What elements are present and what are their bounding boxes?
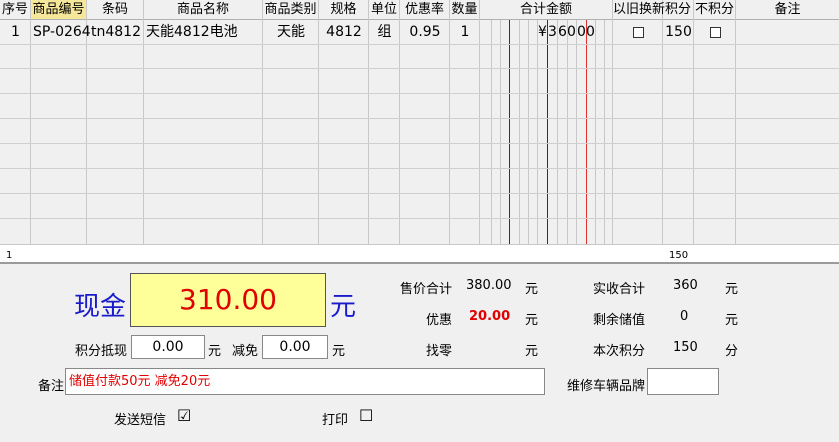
- cell-unit: 组: [377, 24, 392, 40]
- cell-digit: 0: [586, 24, 595, 40]
- remark-label: 备注: [38, 379, 65, 394]
- balance-label: 剩余储值: [593, 313, 646, 328]
- header-total[interactable]: 合计金额: [480, 0, 612, 20]
- discount-label: 优惠: [426, 313, 453, 328]
- col-remark: 备注: [736, 0, 839, 262]
- sms-checkbox[interactable]: ☑: [177, 406, 191, 425]
- footer-count: 1: [6, 250, 13, 261]
- header-trade-in[interactable]: 以旧换新: [613, 0, 665, 20]
- points-deduct-label: 积分抵现: [75, 344, 128, 359]
- header-spec[interactable]: 规格: [319, 0, 368, 20]
- change-label: 找零: [426, 344, 453, 359]
- sale-total-value: 380.00: [466, 278, 512, 293]
- sale-total-label: 售价合计: [400, 282, 453, 297]
- received-value: 360: [673, 278, 698, 293]
- sms-label: 发送短信: [114, 413, 167, 428]
- header-code[interactable]: 商品编号: [31, 0, 86, 20]
- cell-discount: 0.95: [409, 24, 441, 40]
- digit-divider: [567, 20, 568, 244]
- payment-panel: 现金 310.00 元 积分抵现 0.00 元 减免 0.00 元 售价合计 3…: [0, 262, 839, 442]
- digit-divider: [557, 20, 558, 244]
- remark-input[interactable]: 储值付款50元 减免20元: [65, 368, 545, 395]
- points-deduct-yuan: 元: [208, 344, 222, 359]
- cell-name: 天能4812电池: [146, 24, 238, 40]
- cell-barcode: tn4812: [91, 24, 141, 40]
- points-label: 本次积分: [593, 344, 646, 359]
- digit-divider-red: [586, 20, 587, 244]
- print-label: 打印: [322, 413, 349, 428]
- cell-trade-in: [613, 20, 663, 44]
- digit-divider-blue: [547, 20, 548, 244]
- cell-no-points: [694, 20, 736, 44]
- digit-divider: [519, 20, 520, 244]
- cash-input[interactable]: 310.00: [130, 273, 326, 327]
- header-unit[interactable]: 单位: [369, 0, 399, 20]
- cell-code: SP-0264: [33, 24, 91, 40]
- print-checkbox[interactable]: ☐: [359, 406, 373, 425]
- trade-in-checkbox[interactable]: [632, 26, 644, 38]
- received-yuan: 元: [725, 282, 739, 297]
- change-yuan: 元: [525, 344, 539, 359]
- reduce-yuan: 元: [332, 344, 346, 359]
- header-barcode[interactable]: 条码: [87, 0, 143, 20]
- digit-divider: [491, 20, 492, 244]
- footer-points-total: 150: [669, 250, 689, 261]
- reduce-label: 减免: [232, 344, 259, 359]
- digit-divider: [528, 20, 529, 244]
- cash-label: 现金: [74, 292, 127, 322]
- grid-footer: 1 150: [0, 244, 839, 262]
- reduce-input[interactable]: 0.00: [262, 335, 328, 359]
- points-value: 150: [673, 340, 698, 355]
- digit-divider: [537, 20, 538, 244]
- digit-divider: [500, 20, 501, 244]
- header-seq[interactable]: 序号: [0, 0, 30, 20]
- balance-value: 0: [680, 309, 689, 324]
- received-label: 实收合计: [593, 282, 646, 297]
- cell-category: 天能: [277, 24, 305, 40]
- cell-spec: 4812: [326, 24, 362, 40]
- header-qty[interactable]: 数量: [450, 0, 479, 20]
- balance-yuan: 元: [725, 313, 739, 328]
- cell-qty: 1: [460, 24, 470, 40]
- header-no-points[interactable]: 不积分: [694, 0, 735, 20]
- no-points-checkbox[interactable]: [709, 26, 721, 38]
- cell-seq: 1: [11, 24, 20, 40]
- header-points[interactable]: 积分: [663, 0, 693, 20]
- discount-yuan: 元: [525, 313, 539, 328]
- digit-divider: [595, 20, 596, 244]
- cell-points: 150: [665, 24, 692, 40]
- points-unit: 分: [725, 344, 739, 359]
- product-grid[interactable]: 序号 商品编号 条码 商品名称 商品类别 规格 单位 优惠率 数量 合计金额 以…: [0, 0, 839, 262]
- discount-value: 20.00: [469, 309, 511, 324]
- brand-input[interactable]: [647, 368, 719, 395]
- sale-total-yuan: 元: [525, 282, 539, 297]
- cash-yuan: 元: [330, 292, 357, 322]
- header-discount[interactable]: 优惠率: [400, 0, 449, 20]
- header-name[interactable]: 商品名称: [144, 0, 262, 20]
- header-category[interactable]: 商品类别: [263, 0, 318, 20]
- digit-divider: [576, 20, 577, 244]
- header-remark[interactable]: 备注: [736, 0, 839, 20]
- digit-divider-blue: [509, 20, 510, 244]
- brand-label: 维修车辆品牌: [567, 379, 646, 394]
- points-deduct-input[interactable]: 0.00: [131, 335, 205, 359]
- digit-divider: [604, 20, 605, 244]
